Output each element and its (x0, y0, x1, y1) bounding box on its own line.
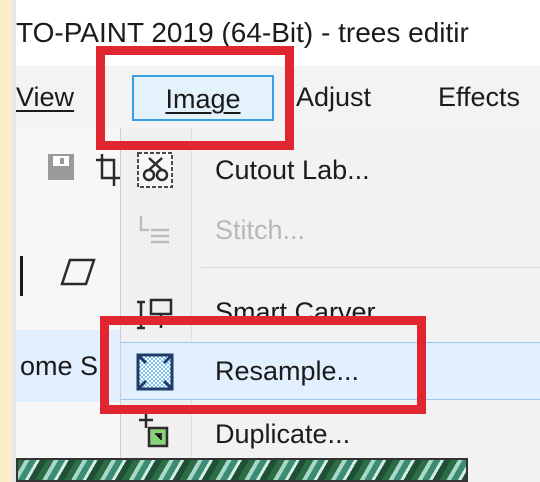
row-label: ome S (20, 351, 99, 381)
parallelogram-tool-icon[interactable] (58, 252, 98, 292)
menu-item-duplicate-label: Duplicate... (215, 419, 351, 449)
menu-item-cutout-lab-label: Cutout Lab... (215, 155, 370, 185)
highlight-box-resample (100, 316, 426, 414)
menu-item-cutout-lab[interactable]: Cutout Lab... (121, 142, 540, 198)
crop-icon[interactable] (94, 152, 120, 188)
menu-item-duplicate[interactable]: Duplicate... (121, 406, 540, 462)
image-dropdown-menu: Cutout Lab... Stitch... Smart Carver... … (120, 128, 540, 482)
duplicate-icon (135, 414, 175, 454)
save-icon[interactable] (46, 152, 76, 182)
menu-view[interactable]: View (16, 66, 74, 128)
canvas-gap (470, 458, 540, 482)
image-canvas-preview (16, 458, 468, 482)
highlight-box-image-menu (96, 46, 294, 150)
menu-adjust[interactable]: Adjust (296, 66, 371, 128)
toolbox-pane (16, 128, 120, 482)
menu-adjust-label: Adjust (296, 82, 372, 112)
menu-item-stitch: Stitch... (121, 202, 540, 258)
menu-separator (201, 267, 540, 268)
menu-view-label: View (16, 82, 75, 112)
menu-effects[interactable]: Effects (438, 66, 520, 128)
cutout-lab-icon (135, 150, 175, 190)
menu-effects-label: Effects (438, 82, 521, 112)
divider-line (20, 256, 23, 296)
stitch-icon (135, 210, 175, 250)
menu-item-stitch-label: Stitch... (215, 215, 306, 245)
